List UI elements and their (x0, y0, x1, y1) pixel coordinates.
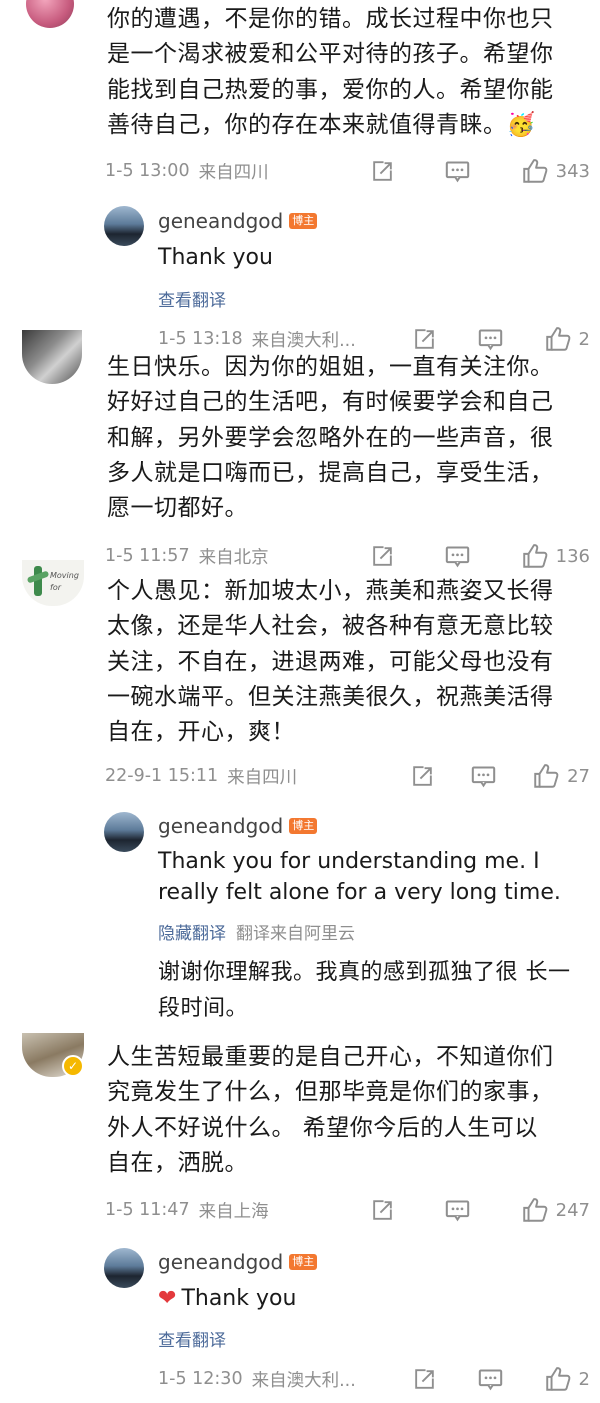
share-icon (370, 159, 395, 184)
share-button[interactable] (370, 159, 395, 184)
share-button[interactable] (412, 327, 437, 352)
reply-meta: 1-5 12:30 来自澳大利... (158, 1364, 356, 1394)
comment-icon (444, 158, 471, 185)
reply-button[interactable] (444, 158, 471, 185)
hide-translation-link[interactable]: 隐藏翻译 (158, 924, 226, 944)
blogger-badge: 博主 (289, 818, 318, 834)
like-button[interactable]: 2 (544, 1365, 590, 1393)
thumbs-up-icon (544, 325, 572, 353)
reply-time: 1-5 12:30 (158, 1369, 243, 1389)
reply-text: Thank you (181, 1286, 297, 1311)
share-icon (370, 1198, 395, 1223)
comment-icon (444, 1197, 471, 1224)
comment-time: 1-5 13:00 (105, 161, 190, 181)
username-text: geneandgod (158, 814, 284, 838)
commenter-avatar[interactable] (22, 330, 82, 384)
like-count: 343 (555, 160, 590, 182)
comment-time: 1-5 11:57 (105, 546, 190, 566)
blogger-avatar[interactable] (104, 812, 144, 852)
reply-text: Thank you (158, 245, 273, 270)
thumbs-up-icon (532, 762, 560, 790)
commenter-avatar[interactable] (26, 0, 74, 28)
comment-location: 来自北京 (198, 547, 269, 568)
comment-location: 来自四川 (227, 767, 298, 788)
commenter-avatar[interactable]: Moving for (22, 560, 84, 606)
comment-icon (444, 543, 471, 570)
comment-text: 生日快乐。因为你的姐姐，一直有关注你。 好好过自己的生活吧，有时候要学会和自己 … (107, 354, 554, 522)
like-count: 2 (578, 328, 590, 350)
share-button[interactable] (370, 544, 395, 569)
like-button[interactable]: 2 (544, 325, 590, 353)
reply-button[interactable] (470, 763, 497, 790)
reply-time: 1-5 13:18 (158, 329, 243, 349)
comment-time: 22-9-1 15:11 (105, 766, 219, 786)
username-text: geneandgod (158, 1250, 284, 1274)
comment-text: 你的遭遇，不是你的错。成长过程中你也只 是一个渴求被爱和公平对待的孩子。希望你 … (107, 6, 554, 138)
blogger-avatar[interactable] (104, 1248, 144, 1288)
comment-time: 1-5 11:47 (105, 1200, 190, 1220)
reply-username[interactable]: geneandgod 博主 (158, 209, 318, 233)
verified-badge-icon: ✓ (62, 1055, 84, 1077)
share-button[interactable] (370, 1198, 395, 1223)
comment-actions: 27 (410, 761, 590, 791)
comment-actions: 136 (370, 541, 590, 571)
like-button[interactable]: 136 (521, 542, 590, 570)
comment-actions: 343 (370, 156, 590, 186)
blogger-badge: 博主 (289, 213, 318, 229)
reply-location: 来自澳大利... (251, 1370, 356, 1391)
reply-button[interactable] (477, 326, 504, 353)
reply-button[interactable] (444, 1197, 471, 1224)
comment-icon (470, 763, 497, 790)
like-button[interactable]: 343 (521, 157, 590, 185)
heart-icon: ❤ (158, 1286, 177, 1311)
reply-button[interactable] (444, 543, 471, 570)
reply-username[interactable]: geneandgod 博主 (158, 1250, 318, 1274)
comment-location: 来自四川 (198, 162, 269, 183)
comment-meta: 1-5 11:47 来自上海 (105, 1195, 269, 1225)
like-button[interactable]: 27 (532, 762, 590, 790)
thumbs-up-icon (544, 1365, 572, 1393)
blogger-badge: 博主 (289, 1254, 318, 1270)
thumbs-up-icon (521, 542, 549, 570)
like-count: 2 (578, 1368, 590, 1390)
view-translation-link[interactable]: 查看翻译 (158, 286, 226, 311)
comment-text: 人生苦短最重要的是自己开心，不知道你们 究竟发生了什么，但那毕竟是你们的家事， … (107, 1044, 554, 1176)
translation-source: 翻译来自阿里云 (236, 924, 355, 944)
share-icon (412, 327, 437, 352)
reply-actions: 2 (412, 1364, 590, 1394)
comment-meta: 1-5 11:57 来自北京 (105, 541, 269, 571)
view-translation-link[interactable]: 查看翻译 (158, 1326, 226, 1351)
share-button[interactable] (412, 1367, 437, 1392)
like-count: 136 (555, 545, 590, 567)
like-count: 27 (567, 765, 590, 787)
like-button[interactable]: 247 (521, 1196, 590, 1224)
reply-location: 来自澳大利... (251, 330, 356, 351)
comment-location: 来自上海 (198, 1201, 269, 1222)
comment-text: 个人愚见：新加坡太小，燕美和燕姿又长得 太像，还是华人社会，被各种有意无意比较 … (107, 578, 554, 746)
comment-meta: 1-5 13:00 来自四川 (105, 156, 269, 186)
avatar-text: Moving for (50, 571, 79, 592)
comment-actions: 247 (370, 1195, 590, 1225)
like-count: 247 (555, 1199, 590, 1221)
reply-username[interactable]: geneandgod 博主 (158, 814, 318, 838)
share-icon (410, 764, 435, 789)
reply-text-row: ❤ Thank you (158, 1283, 578, 1314)
translated-text: 谢谢你理解我。我真的感到孤独了很 长一段时间。 (158, 960, 571, 1021)
reply-button[interactable] (477, 1366, 504, 1393)
share-icon (370, 544, 395, 569)
translation-toggle: 隐藏翻译 翻译来自阿里云 (158, 919, 355, 944)
comment-icon (477, 1366, 504, 1393)
thumbs-up-icon (521, 157, 549, 185)
comment-meta: 22-9-1 15:11 来自四川 (105, 761, 297, 791)
username-text: geneandgod (158, 209, 284, 233)
blogger-avatar[interactable] (104, 206, 144, 246)
reply-text: Thank you for understanding me. I really… (158, 849, 561, 905)
share-icon (412, 1367, 437, 1392)
comment-icon (477, 326, 504, 353)
share-button[interactable] (410, 764, 435, 789)
thumbs-up-icon (521, 1196, 549, 1224)
